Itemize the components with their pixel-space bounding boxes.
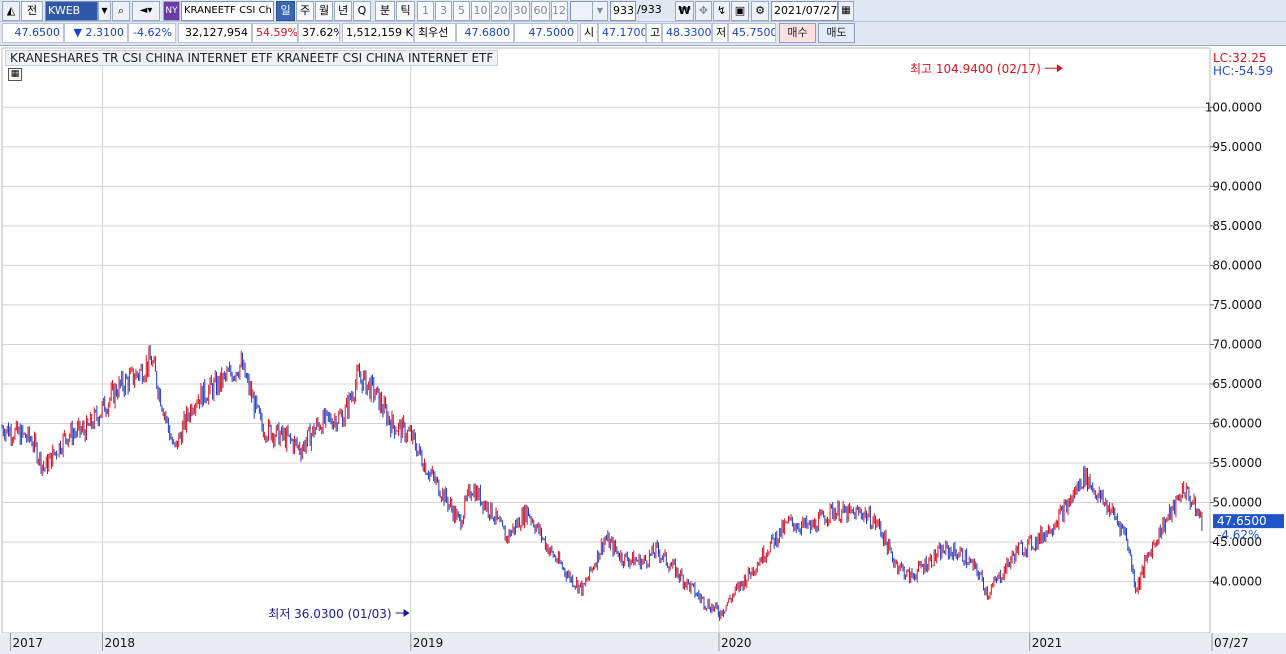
- open-price: 47.1700: [598, 23, 646, 43]
- low-annotation: 최저 36.0300 (01/03): [268, 607, 391, 621]
- chart-title: KRANESHARES TR CSI CHINA INTERNET ETF KR…: [5, 50, 499, 66]
- interval-20-button[interactable]: 20: [491, 1, 510, 21]
- open-label: 시: [580, 23, 598, 43]
- plot-frame: [1, 47, 1211, 634]
- high-annotation: 최고 104.9400 (02/17): [910, 62, 1041, 76]
- price-tag-value: 47.6500: [1217, 514, 1267, 528]
- window-icon[interactable]: ◭: [2, 1, 20, 21]
- pointer-icon[interactable]: ✥: [695, 1, 712, 21]
- y-tick-label: 80.0000: [1212, 258, 1262, 272]
- quote-strip: 47.6500 ▼ 2.3100 -4.62% 32,127,954 54.59…: [0, 22, 1286, 44]
- date-input[interactable]: 2021/07/27: [771, 1, 838, 21]
- hc-label: HC:-54.59: [1213, 64, 1273, 78]
- volume-ratio: 54.59%: [252, 23, 298, 43]
- save-icon[interactable]: ▣: [731, 1, 749, 21]
- search-icon[interactable]: ⌕: [112, 1, 130, 21]
- x-tick-label: 2017: [12, 636, 43, 650]
- y-tick-label: 90.0000: [1212, 179, 1262, 193]
- x-axis-band: [0, 633, 1286, 654]
- interval-30-button[interactable]: 30: [511, 1, 530, 21]
- custom-interval-dropdown-icon[interactable]: ▼: [592, 1, 608, 21]
- currency-icon[interactable]: ₩: [675, 1, 694, 21]
- y-tick-label: 85.0000: [1212, 219, 1262, 233]
- period-year-tab[interactable]: 년: [334, 1, 352, 21]
- low-label: 저: [712, 23, 728, 43]
- best-ask: 47.6800: [456, 23, 514, 43]
- chart-panel: 40.0000 45.0000 50.0000 55.0000 60.0000 65.00…: [0, 45, 1286, 654]
- y-tick-label: 50.0000: [1212, 496, 1262, 510]
- interval-60-button[interactable]: 60: [531, 1, 550, 21]
- y-tick-label: 75.0000: [1212, 298, 1262, 312]
- best-quote-label: 최우선: [414, 23, 456, 43]
- y-tick-label: 55.0000: [1212, 456, 1262, 470]
- y-tick-label: 60.0000: [1212, 417, 1262, 431]
- period-day-tab[interactable]: 일: [276, 1, 295, 21]
- x-tick-label: 2018: [104, 636, 135, 650]
- grid-icon[interactable]: ▦: [8, 68, 22, 81]
- symbol-dropdown-icon[interactable]: ▼: [98, 1, 111, 21]
- gear-icon[interactable]: ⚙: [751, 1, 769, 21]
- sell-button[interactable]: 매도: [818, 23, 855, 43]
- count-total: /933: [637, 3, 662, 16]
- price-change: ▼ 2.3100: [64, 23, 128, 43]
- high-price: 48.3300: [662, 23, 712, 43]
- period-quarter-tab[interactable]: Q: [353, 1, 371, 21]
- period-month-tab[interactable]: 월: [315, 1, 333, 21]
- prev-button[interactable]: 전: [21, 1, 43, 21]
- y-tick-label: 100.0000: [1205, 100, 1262, 114]
- y-tick-label: 40.0000: [1212, 575, 1262, 589]
- x-tick-label: 2021: [1032, 636, 1063, 650]
- interval-120-button[interactable]: 120: [551, 1, 568, 21]
- interval-1-button[interactable]: 1: [417, 1, 434, 21]
- period-tick-tab[interactable]: 틱: [396, 1, 415, 21]
- low-price: 45.7500: [728, 23, 776, 43]
- volume: 32,127,954: [178, 23, 252, 43]
- interval-3-button[interactable]: 3: [435, 1, 452, 21]
- x-tick-label: 2019: [413, 636, 444, 650]
- price-tag-change: -4.62%: [1217, 528, 1259, 542]
- last-price: 47.6500: [2, 23, 64, 43]
- sound-icon[interactable]: ◄▾: [132, 1, 160, 21]
- buy-button[interactable]: 매수: [779, 23, 816, 43]
- trade-amount: 1,512,159 K: [342, 23, 414, 43]
- top-toolbar: ◭ 전 KWEB ▼ ⌕ ◄▾ NY KRANEETF CSI Ch 일 주 월…: [0, 0, 1286, 22]
- price-change-pct: -4.62%: [128, 23, 176, 43]
- period-week-tab[interactable]: 주: [296, 1, 314, 21]
- x-tick-label: 2020: [721, 636, 752, 650]
- symbol-input[interactable]: KWEB: [45, 1, 98, 21]
- period-minute-tab[interactable]: 분: [375, 1, 395, 21]
- count-input[interactable]: 933: [610, 1, 636, 21]
- best-bid: 47.5000: [514, 23, 578, 43]
- price-chart[interactable]: 40.000045.000050.000055.000060.000065.00…: [0, 46, 1286, 654]
- interval-5-button[interactable]: 5: [453, 1, 470, 21]
- x-tick-label: 07/27: [1214, 636, 1249, 650]
- y-tick-label: 70.0000: [1212, 337, 1262, 351]
- turnover-ratio: 37.62%: [298, 23, 340, 43]
- interval-10-button[interactable]: 10: [471, 1, 490, 21]
- instrument-name: KRANEETF CSI Ch: [181, 1, 274, 21]
- high-label: 고: [646, 23, 662, 43]
- y-tick-label: 65.0000: [1212, 377, 1262, 391]
- trend-icon[interactable]: ↯: [713, 1, 730, 21]
- exchange-badge: NY: [163, 1, 180, 21]
- calendar-icon[interactable]: ▦: [838, 1, 854, 21]
- lc-label: LC:32.25: [1213, 51, 1266, 65]
- y-tick-label: 95.0000: [1212, 140, 1262, 154]
